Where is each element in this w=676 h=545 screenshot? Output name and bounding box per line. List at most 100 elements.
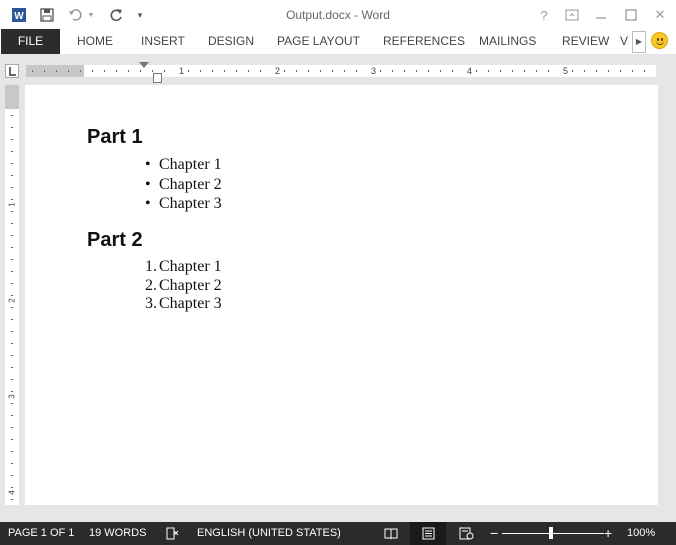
ruler-tick [416,70,417,72]
list-item-text: Chapter 3 [159,295,222,312]
vruler-tick [11,259,13,260]
number-marker: 1. [145,258,157,275]
proofing-icon[interactable] [165,527,179,540]
vruler-tick [11,475,13,476]
ruler-tick [140,70,141,72]
heading-part-2[interactable]: Part 2 [87,229,143,252]
tab-references[interactable]: REFERENCES [383,29,465,54]
zoom-slider-thumb[interactable] [549,527,553,539]
ruler-tick [224,70,225,72]
ruler-tick [572,70,573,72]
ruler-tick [200,70,201,72]
undo-dropdown-icon[interactable]: ▼ [86,5,96,25]
list-item[interactable]: 2. Chapter 2 [145,276,222,296]
word-icon[interactable]: W [9,5,29,25]
vruler-tick [11,319,13,320]
ruler-tick [536,70,537,72]
redo-icon[interactable] [106,5,126,25]
status-bar: PAGE 1 OF 1 19 WORDS ENGLISH (UNITED STA… [0,522,676,545]
ruler-tick [68,70,69,72]
ruler-tick [548,70,549,72]
help-button[interactable]: ? [534,5,554,25]
vruler-tick [11,451,13,452]
vruler-tick [11,127,13,128]
list-item-text: Chapter 3 [159,195,222,212]
ruler-number: 2 [275,66,281,76]
smiley-feedback-icon[interactable] [651,32,668,49]
ribbon-tabs: FILE HOME INSERT DESIGN PAGE LAYOUT REFE… [0,29,676,54]
ruler-tick [644,70,645,72]
ruler-number: 1 [179,66,185,76]
vruler-tick [11,271,13,272]
hanging-indent-marker[interactable] [153,73,162,83]
ruler-tick [188,70,189,72]
heading-part-1[interactable]: Part 1 [87,126,143,149]
tab-scroll-right-icon[interactable]: ▶ [632,31,646,53]
ruler-tick [92,70,93,72]
bullet-marker: • [145,195,151,212]
page-margin-bottom [0,505,676,522]
word-count[interactable]: 19 WORDS [89,522,146,545]
list-item[interactable]: • Chapter 2 [145,175,222,195]
ruler-tick [248,70,249,72]
list-item[interactable]: 3. Chapter 3 [145,294,222,314]
customize-icon[interactable]: ▾ [133,5,147,25]
zoom-level[interactable]: 100% [627,522,655,545]
ruler-tick [620,70,621,72]
ruler-tick [440,70,441,72]
ruler-tick [32,70,33,72]
first-line-indent-marker[interactable] [139,62,149,68]
web-layout-icon[interactable] [459,527,474,540]
list-item[interactable]: • Chapter 3 [145,194,222,214]
tab-insert[interactable]: INSERT [141,29,185,54]
vruler-tick [11,247,13,248]
vruler-top-margin [5,85,19,109]
ruler-tick [584,70,585,72]
vruler-tick [11,175,13,176]
ruler-tick [500,70,501,72]
list-item-text: Chapter 2 [159,277,222,294]
vruler-number: 3 [7,394,17,399]
vruler-tick [11,355,13,356]
maximize-button[interactable] [621,5,641,25]
zoom-in-button[interactable]: + [604,522,612,545]
list-item-text: Chapter 1 [159,258,222,275]
ruler-tick [104,70,105,72]
read-mode-icon[interactable] [384,527,398,540]
zoom-out-button[interactable]: − [490,522,498,545]
vruler-tick [11,235,13,236]
tab-home[interactable]: HOME [77,29,113,54]
tab-view[interactable]: V [620,29,630,54]
list-item[interactable]: • Chapter 1 [145,155,222,175]
tab-mailings[interactable]: MAILINGS [479,29,536,54]
vruler-tick [11,187,13,188]
close-button[interactable]: ✕ [650,5,670,25]
ribbon-display-icon[interactable] [562,5,582,25]
vruler-number: 2 [7,298,17,303]
tab-selector-icon[interactable] [5,64,19,78]
tab-file[interactable]: FILE [1,29,60,54]
vruler-tick [11,415,13,416]
minimize-button[interactable] [591,5,611,25]
horizontal-ruler[interactable]: 1 2 3 4 5 [26,65,656,77]
tab-design[interactable]: DESIGN [208,29,254,54]
ruler-tick [524,70,525,72]
list-item[interactable]: 1. Chapter 1 [145,257,222,277]
ruler-tick [236,70,237,72]
zoom-slider[interactable] [502,533,604,534]
print-layout-icon[interactable] [422,527,435,540]
vertical-ruler[interactable]: 1 2 3 4 [5,85,19,505]
tab-review[interactable]: REVIEW [562,29,609,54]
tab-page-layout[interactable]: PAGE LAYOUT [277,29,360,54]
page-count[interactable]: PAGE 1 OF 1 [8,522,74,545]
ruler-number: 5 [563,66,569,76]
vruler-tick [11,163,13,164]
language-indicator[interactable]: ENGLISH (UNITED STATES) [197,522,341,545]
save-icon[interactable] [37,5,57,25]
undo-icon[interactable] [66,5,86,25]
ruler-tick [116,70,117,72]
number-marker: 3. [145,295,157,312]
ruler-tick [608,70,609,72]
ruler-tick [80,70,81,72]
vruler-tick [11,151,13,152]
